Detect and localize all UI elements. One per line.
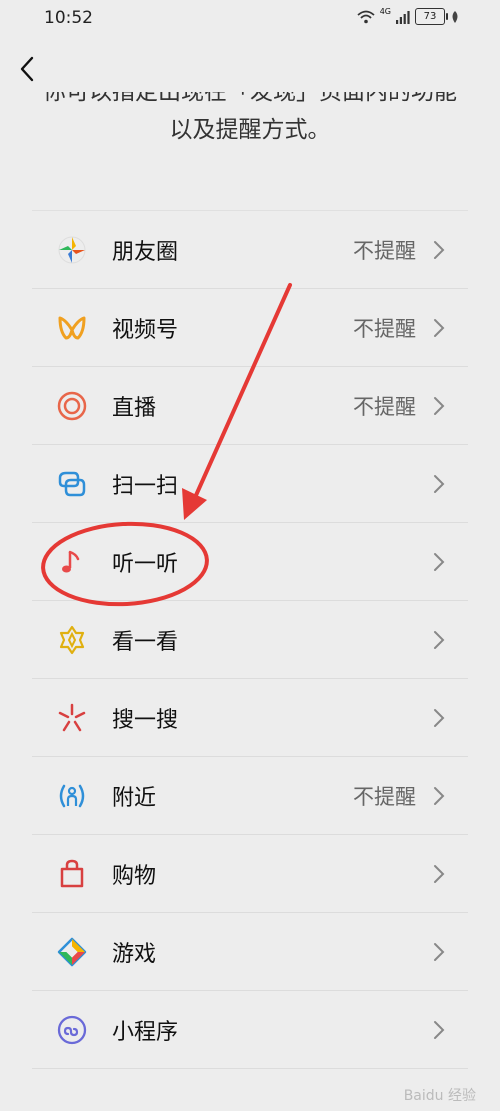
chevron-right-icon	[434, 942, 445, 961]
mini-program-icon	[54, 1012, 90, 1048]
chevron-right-icon	[434, 708, 445, 727]
list-item-games[interactable]: 游戏	[32, 913, 468, 991]
page-description: 你可以指定出现在「发现」页面内的功能 以及提醒方式。	[0, 92, 500, 164]
list-item-channels[interactable]: 视频号 不提醒	[32, 289, 468, 367]
item-label: 搜一搜	[112, 707, 179, 733]
wifi-icon	[357, 10, 375, 23]
live-concentric-circle-icon	[54, 388, 90, 424]
discover-settings-list: 朋友圈 不提醒 视频号 不提醒 直播 不提醒 扫一扫 听一听 看一看 搜一搜 附…	[32, 210, 468, 1069]
signal-icon	[396, 10, 410, 24]
chevron-right-icon	[434, 552, 445, 571]
chevron-right-icon	[434, 864, 445, 883]
chevron-right-icon	[434, 1020, 445, 1039]
item-label: 朋友圈	[112, 239, 179, 265]
search-sparkle-icon	[54, 700, 90, 736]
game-diamond-icon	[54, 934, 90, 970]
item-label: 扫一扫	[112, 473, 179, 499]
list-item-search[interactable]: 搜一搜	[32, 679, 468, 757]
item-label: 看一看	[112, 629, 179, 655]
back-chevron-icon[interactable]	[14, 54, 44, 84]
channels-butterfly-icon	[54, 310, 90, 346]
list-item-nearby[interactable]: 附近 不提醒	[32, 757, 468, 835]
chevron-right-icon	[434, 630, 445, 649]
list-item-listen[interactable]: 听一听	[32, 523, 468, 601]
item-label: 游戏	[112, 941, 157, 967]
leaf-icon	[452, 10, 458, 23]
status-bar: 10:52 4G 73	[0, 0, 500, 38]
status-time: 10:52	[44, 8, 93, 28]
description-line-2: 以及提醒方式。	[169, 117, 331, 143]
network-type: 4G	[379, 7, 391, 16]
item-label: 直播	[112, 395, 157, 421]
list-item-scan[interactable]: 扫一扫	[32, 445, 468, 523]
item-status: 不提醒	[353, 394, 416, 419]
item-label: 视频号	[112, 317, 179, 343]
item-label: 听一听	[112, 551, 179, 577]
status-icons: 4G 73	[357, 7, 460, 25]
list-item-live[interactable]: 直播 不提醒	[32, 367, 468, 445]
list-item-top-stories[interactable]: 看一看	[32, 601, 468, 679]
watermark: Baidu 经验	[403, 1088, 476, 1104]
chevron-right-icon	[434, 786, 445, 805]
nearby-person-icon	[54, 778, 90, 814]
chevron-right-icon	[434, 240, 445, 259]
list-item-moments[interactable]: 朋友圈 不提醒	[32, 211, 468, 289]
chevron-right-icon	[434, 318, 445, 337]
music-note-icon	[54, 544, 90, 580]
top-stories-star-icon	[54, 622, 90, 658]
moments-aperture-icon	[54, 232, 90, 268]
item-label: 购物	[112, 863, 157, 889]
item-label: 小程序	[112, 1019, 179, 1045]
list-item-shopping[interactable]: 购物	[32, 835, 468, 913]
battery-indicator: 73	[415, 8, 448, 25]
chevron-right-icon	[434, 396, 445, 415]
item-status: 不提醒	[353, 238, 416, 263]
description-line-1: 你可以指定出现在「发现」页面内的功能	[43, 92, 457, 105]
item-label: 附近	[112, 785, 157, 811]
chevron-right-icon	[434, 474, 445, 493]
shopping-bag-icon	[54, 856, 90, 892]
item-status: 不提醒	[353, 316, 416, 341]
scan-icon	[54, 466, 90, 502]
list-item-mini-programs[interactable]: 小程序	[32, 991, 468, 1069]
item-status: 不提醒	[353, 784, 416, 809]
